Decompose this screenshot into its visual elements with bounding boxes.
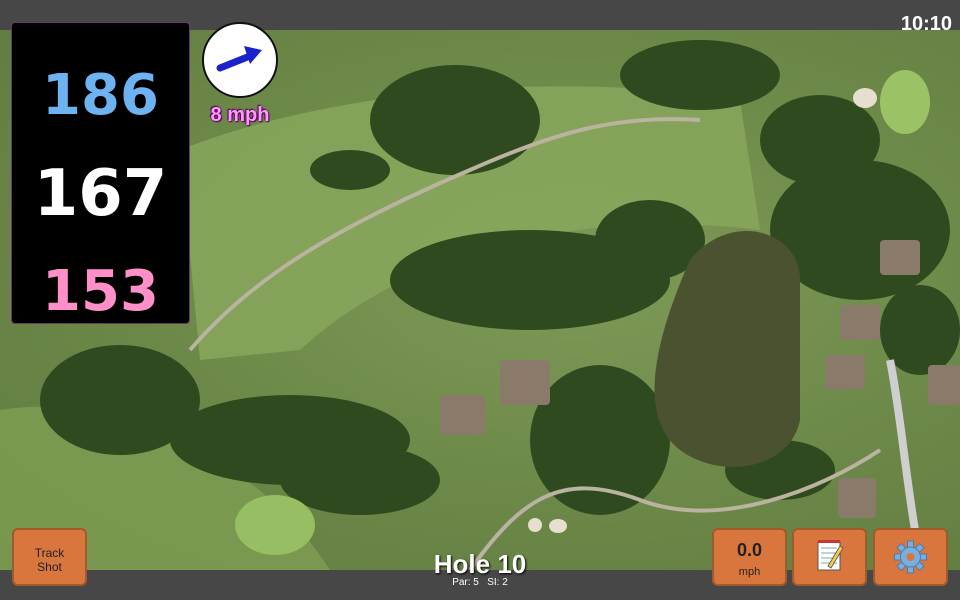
- wind-direction-arrow-icon: [216, 46, 262, 72]
- distance-panel: 186 167 153: [11, 22, 190, 324]
- hole-par: Par: 5: [452, 577, 479, 588]
- wind-indicator: [202, 22, 278, 98]
- hole-title: Hole 10: [433, 549, 527, 579]
- hole-si: SI: 2: [487, 577, 508, 588]
- back-distance: 186: [42, 63, 159, 128]
- track-shot-label-line2: Shot: [37, 560, 62, 574]
- notes-button[interactable]: [792, 528, 867, 586]
- front-distance: 153: [42, 259, 159, 324]
- gear-icon: [894, 540, 927, 574]
- settings-button[interactable]: [873, 528, 948, 586]
- wind-speed: 8 mph: [210, 104, 270, 126]
- middle-distance: 167: [33, 157, 168, 231]
- shot-speed-unit: mph: [738, 566, 761, 578]
- track-shot-label-line1: Track: [34, 546, 65, 560]
- notepad-icon: [817, 540, 844, 571]
- track-shot-button[interactable]: Track Shot: [12, 528, 87, 586]
- shot-speed-button[interactable]: 0.0 mph: [712, 528, 787, 586]
- hole-info: Par: 5 SI: 2: [380, 577, 580, 589]
- shot-speed-value: 0.0: [736, 540, 763, 560]
